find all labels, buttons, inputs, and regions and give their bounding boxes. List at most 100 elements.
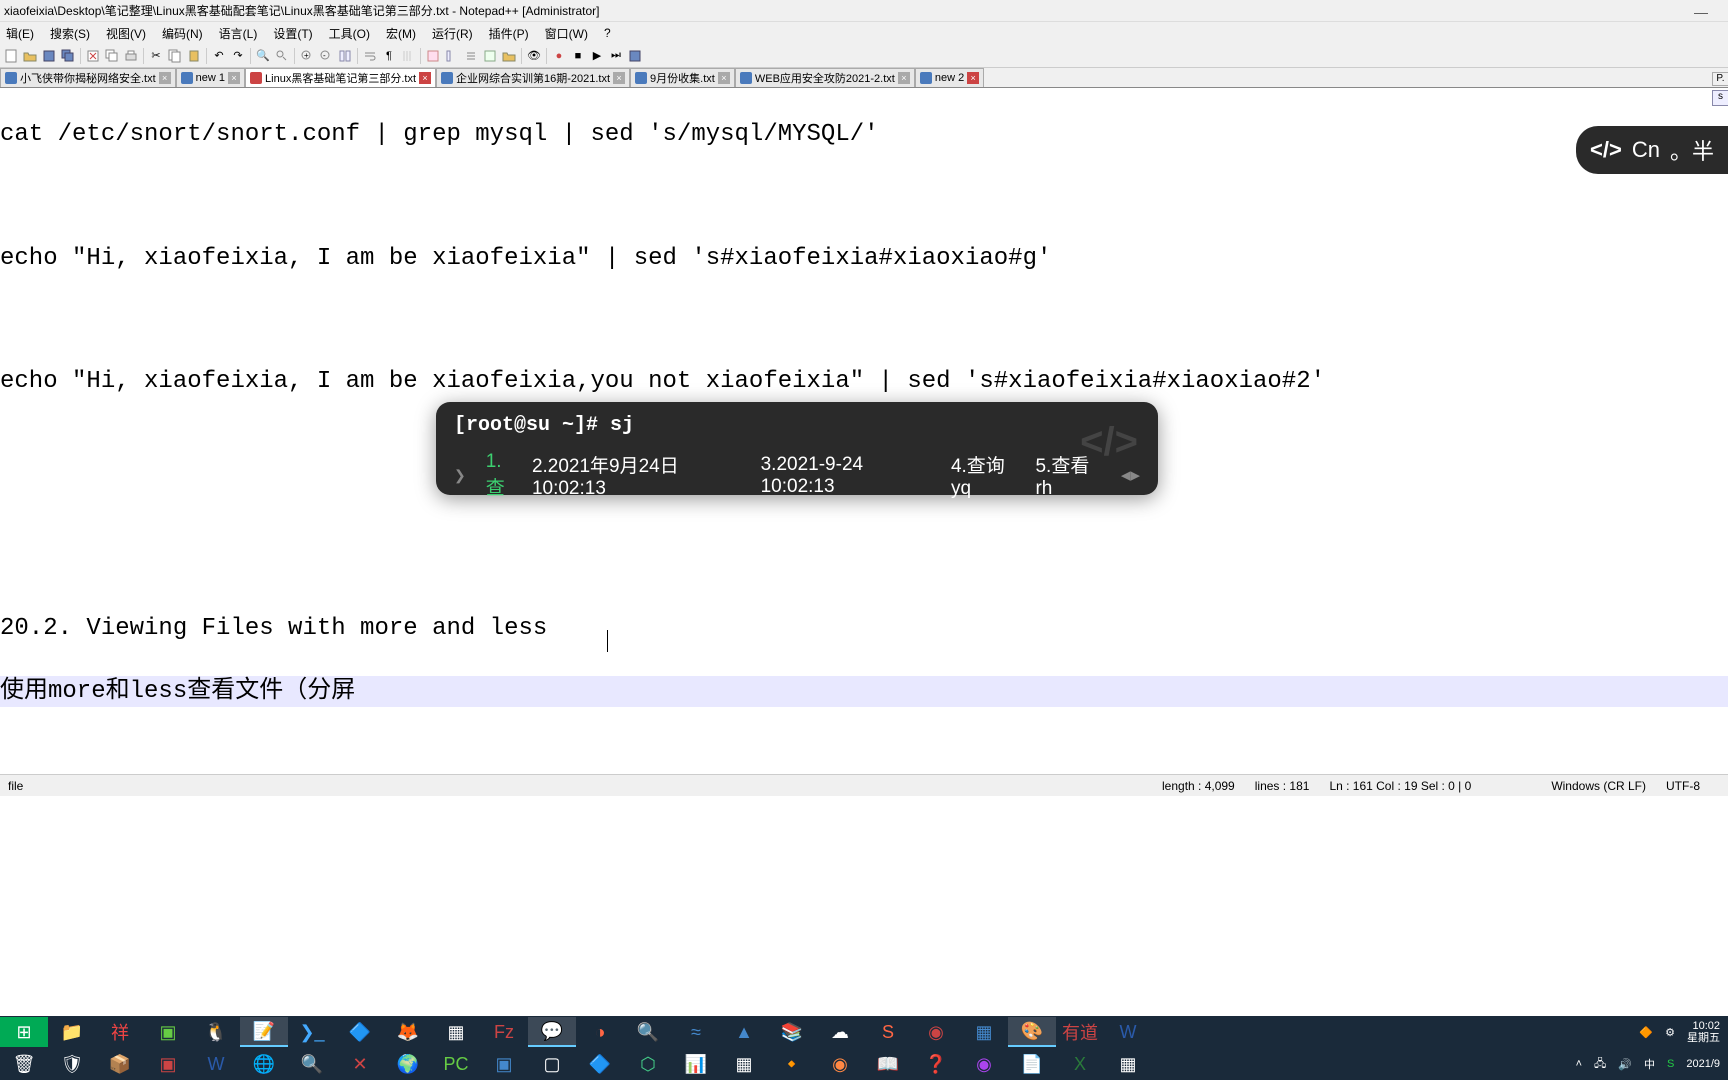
play-macro-icon[interactable]: ▶: [588, 47, 606, 65]
tab-2[interactable]: Linux黑客基础笔记第三部分.txt×: [245, 68, 436, 87]
taskbar-app-icon[interactable]: ⬡: [624, 1049, 672, 1079]
tab-0[interactable]: 小飞侠带你揭秘网络安全.txt×: [0, 68, 176, 87]
taskbar-qq-icon[interactable]: 🐧: [192, 1017, 240, 1047]
find-icon[interactable]: 🔍: [254, 47, 272, 65]
taskbar-firefox-icon[interactable]: 🦊: [384, 1017, 432, 1047]
taskbar-paint-icon[interactable]: 🎨: [1008, 1017, 1056, 1047]
menu-language[interactable]: 语言(L): [213, 23, 264, 44]
taskbar-powershell-icon[interactable]: ❯_: [288, 1017, 336, 1047]
sync-v-icon[interactable]: [336, 47, 354, 65]
taskbar-app-icon[interactable]: ▦: [432, 1017, 480, 1047]
close-icon[interactable]: ×: [228, 72, 240, 84]
taskbar-xmind-icon[interactable]: ✕: [336, 1049, 384, 1079]
taskbar-app-icon[interactable]: ▦: [1104, 1049, 1152, 1079]
taskbar-app-icon[interactable]: ❓: [912, 1049, 960, 1079]
taskbar-notepadpp-icon[interactable]: 📝: [240, 1017, 288, 1047]
doc-map-icon[interactable]: [443, 47, 461, 65]
taskbar-calibre-icon[interactable]: 📚: [768, 1017, 816, 1047]
taskbar-burp-icon[interactable]: ◉: [816, 1049, 864, 1079]
tray-chevron-icon[interactable]: ˄: [1576, 1058, 1582, 1070]
folder-icon[interactable]: [500, 47, 518, 65]
undo-icon[interactable]: ↶: [210, 47, 228, 65]
taskbar-app-icon[interactable]: 🛡: [48, 1049, 96, 1079]
doc-list-icon[interactable]: [462, 47, 480, 65]
menu-view[interactable]: 视图(V): [100, 23, 152, 44]
print-icon[interactable]: [122, 47, 140, 65]
tray-icon[interactable]: 🔶: [1639, 1026, 1653, 1039]
close-file-icon[interactable]: [84, 47, 102, 65]
status-encoding[interactable]: UTF-8: [1666, 779, 1700, 793]
side-panel-tab[interactable]: P.: [1712, 72, 1728, 86]
taskbar-youdao-icon[interactable]: 有道: [1056, 1017, 1104, 1047]
tray-network-icon[interactable]: 🖧: [1594, 1055, 1606, 1074]
stop-macro-icon[interactable]: ■: [569, 47, 587, 65]
close-all-icon[interactable]: [103, 47, 121, 65]
new-file-icon[interactable]: [2, 47, 20, 65]
taskbar-app-icon[interactable]: 🔍: [288, 1049, 336, 1079]
taskbar-camtasia-icon[interactable]: ▣: [144, 1017, 192, 1047]
status-eol[interactable]: Windows (CR LF): [1551, 779, 1646, 793]
taskbar-app-icon[interactable]: ▦: [960, 1017, 1008, 1047]
zoom-out-icon[interactable]: -: [317, 47, 335, 65]
save-all-icon[interactable]: [59, 47, 77, 65]
paste-icon[interactable]: [185, 47, 203, 65]
taskbar-word-icon[interactable]: W: [1104, 1017, 1152, 1047]
close-icon[interactable]: ×: [967, 72, 979, 84]
close-icon[interactable]: ×: [898, 72, 910, 84]
taskbar-start-icon[interactable]: ⊞: [0, 1017, 48, 1047]
taskbar-app-icon[interactable]: ▦: [720, 1049, 768, 1079]
taskbar-app-icon[interactable]: ▣: [480, 1049, 528, 1079]
record-macro-icon[interactable]: ●: [550, 47, 568, 65]
taskbar-app-icon[interactable]: 🔸: [768, 1049, 816, 1079]
menu-encoding[interactable]: 编码(N): [156, 23, 209, 44]
taskbar-pycharm-icon[interactable]: PC: [432, 1049, 480, 1079]
taskbar-app-icon[interactable]: 祥: [96, 1017, 144, 1047]
ime-candidate[interactable]: 2.2021年9月24日10:02:13: [532, 451, 749, 500]
tray-icon[interactable]: ⚙: [1665, 1026, 1675, 1039]
tab-6[interactable]: new 2×: [915, 68, 984, 87]
menu-tools[interactable]: 工具(O): [323, 23, 376, 44]
tab-4[interactable]: 9月份收集.txt×: [630, 68, 735, 87]
copy-icon[interactable]: [166, 47, 184, 65]
close-icon[interactable]: ×: [613, 72, 625, 84]
taskbar-app-icon[interactable]: ◑: [576, 1017, 624, 1047]
taskbar-wireshark-icon[interactable]: ▲: [720, 1017, 768, 1047]
taskbar-explorer-icon[interactable]: 📁: [48, 1017, 96, 1047]
menu-edit[interactable]: 辑(E): [0, 23, 40, 44]
close-icon[interactable]: ×: [419, 72, 431, 84]
menu-plugins[interactable]: 插件(P): [483, 23, 535, 44]
open-file-icon[interactable]: [21, 47, 39, 65]
redo-icon[interactable]: ↷: [229, 47, 247, 65]
minimize-button[interactable]: —: [1694, 4, 1708, 18]
taskbar-app-icon[interactable]: ▣: [144, 1049, 192, 1079]
tray-lang[interactable]: 中: [1644, 1056, 1655, 1072]
ime-float-widget[interactable]: </> Cn 。半: [1576, 126, 1728, 174]
close-icon[interactable]: ×: [718, 72, 730, 84]
taskbar-excel-icon[interactable]: X: [1056, 1049, 1104, 1079]
taskbar-chrome-icon[interactable]: 🌐: [240, 1049, 288, 1079]
taskbar-sogou-icon[interactable]: S: [864, 1017, 912, 1047]
taskbar-app-icon[interactable]: 📊: [672, 1049, 720, 1079]
taskbar-pdf-icon[interactable]: 📄: [1008, 1049, 1056, 1079]
func-list-icon[interactable]: [481, 47, 499, 65]
ime-candidate[interactable]: 4.查询yq: [951, 451, 1024, 500]
taskbar-baidu-icon[interactable]: ☁: [816, 1017, 864, 1047]
menu-run[interactable]: 运行(R): [426, 23, 479, 44]
tray-ime-icon[interactable]: S: [1667, 1058, 1674, 1070]
side-panel-button[interactable]: s: [1712, 90, 1728, 106]
taskbar-app-icon[interactable]: ◉: [960, 1049, 1008, 1079]
save-icon[interactable]: [40, 47, 58, 65]
tab-5[interactable]: WEB应用安全攻防2021-2.txt×: [735, 68, 915, 87]
ime-candidate[interactable]: 1.查: [486, 451, 520, 500]
show-all-chars-icon[interactable]: ¶: [380, 47, 398, 65]
menu-window[interactable]: 窗口(W): [539, 23, 594, 44]
ime-candidate[interactable]: 3.2021-9-24 10:02:13: [761, 454, 939, 498]
taskbar-app-icon[interactable]: 📖: [864, 1049, 912, 1079]
page-arrows-icon[interactable]: ◂▸: [1121, 464, 1140, 487]
taskbar-recycle-icon[interactable]: 🗑: [0, 1049, 48, 1079]
taskbar-app-icon[interactable]: 🔷: [336, 1017, 384, 1047]
replace-icon[interactable]: [273, 47, 291, 65]
play-multi-icon[interactable]: ⏭: [607, 47, 625, 65]
word-wrap-icon[interactable]: [361, 47, 379, 65]
taskbar-app-icon[interactable]: 📦: [96, 1049, 144, 1079]
